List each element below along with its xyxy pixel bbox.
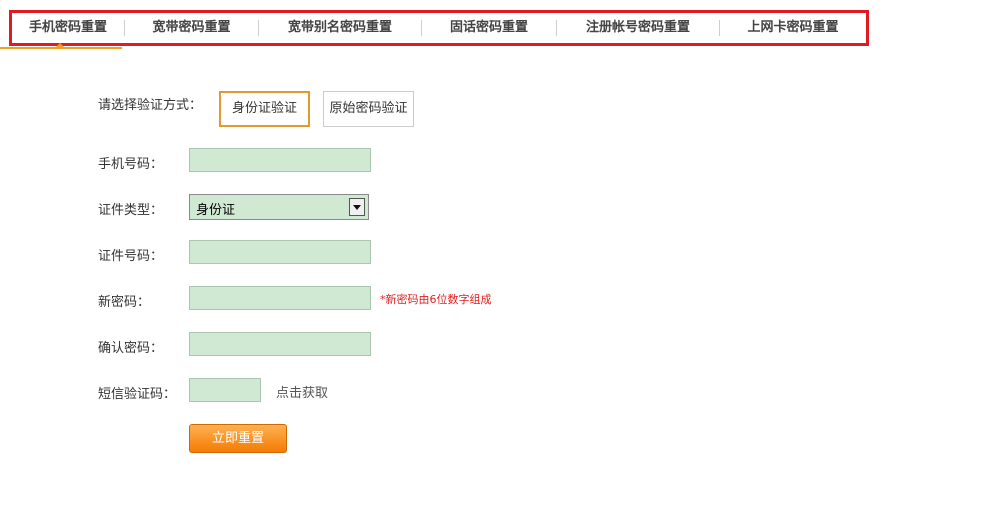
chevron-down-icon[interactable] bbox=[349, 198, 365, 216]
original-password-verify-button[interactable]: 原始密码验证 bbox=[323, 91, 414, 127]
reset-now-button[interactable]: 立即重置 bbox=[189, 424, 287, 453]
phone-number-label: 手机号码： bbox=[98, 157, 164, 172]
id-number-input[interactable] bbox=[189, 240, 371, 264]
id-number-label: 证件号码： bbox=[98, 249, 164, 264]
tab-registered-account-password[interactable]: 注册帐号密码重置 bbox=[557, 13, 719, 43]
verify-method-label: 请选择验证方式： bbox=[98, 98, 203, 113]
id-type-select[interactable]: 身份证 bbox=[189, 194, 369, 220]
sms-code-label: 短信验证码： bbox=[98, 387, 177, 402]
tab-bar: 手机密码重置 宽带密码重置 宽带别名密码重置 固话密码重置 注册帐号密码重置 上… bbox=[9, 10, 869, 46]
new-password-input[interactable] bbox=[189, 286, 371, 310]
phone-number-input[interactable] bbox=[189, 148, 371, 172]
new-password-hint: *新密码由6位数字组成 bbox=[380, 293, 492, 306]
id-type-label: 证件类型： bbox=[98, 203, 164, 218]
tab-broadband-password[interactable]: 宽带密码重置 bbox=[125, 13, 258, 43]
active-tab-caret-icon bbox=[55, 43, 65, 48]
tab-landline-password[interactable]: 固话密码重置 bbox=[422, 13, 556, 43]
id-card-verify-button[interactable]: 身份证验证 bbox=[219, 91, 310, 127]
new-password-label: 新密码： bbox=[98, 295, 151, 310]
tab-data-card-password[interactable]: 上网卡密码重置 bbox=[720, 13, 866, 43]
confirm-password-label: 确认密码： bbox=[98, 341, 164, 356]
sms-code-input[interactable] bbox=[189, 378, 261, 402]
id-type-selected-value: 身份证 bbox=[196, 203, 236, 218]
tab-phone-password[interactable]: 手机密码重置 bbox=[12, 13, 124, 43]
confirm-password-input[interactable] bbox=[189, 332, 371, 356]
get-code-link[interactable]: 点击获取 bbox=[276, 382, 328, 401]
tab-broadband-alias-password[interactable]: 宽带别名密码重置 bbox=[259, 13, 421, 43]
